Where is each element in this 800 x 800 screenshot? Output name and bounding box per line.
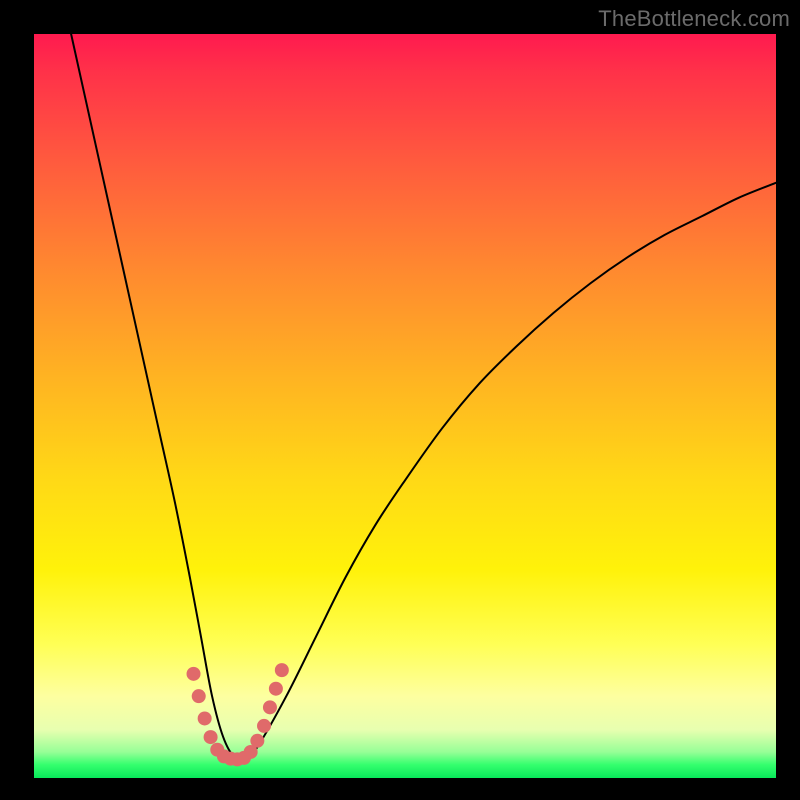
marker-dot: [269, 682, 283, 696]
curve-svg: [34, 34, 776, 778]
bottleneck-curve: [71, 34, 776, 760]
marker-dot: [275, 663, 289, 677]
marker-dot: [263, 700, 277, 714]
marker-dot: [187, 667, 201, 681]
marker-dot: [257, 719, 271, 733]
marker-dot: [204, 730, 218, 744]
watermark-text: TheBottleneck.com: [598, 6, 790, 32]
plot-area: [34, 34, 776, 778]
marker-dot: [198, 711, 212, 725]
marker-dot: [192, 689, 206, 703]
v-bottom-markers: [187, 663, 289, 766]
outer-frame: TheBottleneck.com: [0, 0, 800, 800]
marker-dot: [250, 734, 264, 748]
